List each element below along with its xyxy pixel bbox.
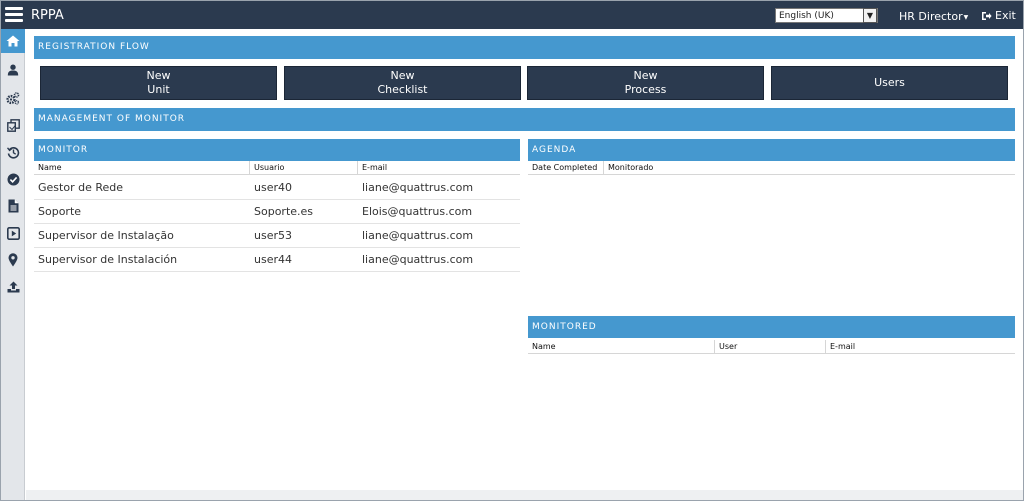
column-header-email[interactable]: E-mail (358, 161, 520, 175)
top-bar: RPPA English (UK) ▼ HR Director▼ Exit (1, 1, 1023, 29)
history-icon (6, 146, 19, 159)
sign-out-icon (982, 12, 992, 20)
new-checklist-button-line2: Checklist (377, 83, 428, 96)
main-content: REGISTRATION FLOW New Unit New Checklist… (26, 29, 1023, 500)
agenda-panel-header: AGENDA (528, 139, 1015, 161)
sidebar-item-user[interactable] (1, 58, 25, 82)
clone-icon (6, 118, 20, 132)
exit-button[interactable]: Exit (981, 9, 1016, 22)
hamburger-menu-icon[interactable] (5, 7, 23, 23)
cell-user: Soporte.es (254, 205, 314, 218)
app-title: RPPA (31, 8, 64, 23)
sidebar-item-documents[interactable] (1, 194, 25, 218)
cell-user: user44 (254, 253, 292, 266)
sidebar-item-media[interactable] (1, 221, 25, 245)
sidebar-item-copy[interactable] (1, 113, 25, 137)
monitored-panel-header: MONITORED (528, 316, 1015, 338)
file-text-icon (8, 199, 18, 213)
gears-icon (6, 91, 20, 105)
new-checklist-button-line1: New (390, 69, 415, 82)
play-square-icon (6, 226, 20, 240)
column-header-name[interactable]: Name (528, 340, 715, 354)
agenda-table-header: Date Completed Monitorado (528, 161, 1015, 175)
cell-email: Elois@quattrus.com (362, 205, 473, 218)
cell-user: user53 (254, 229, 292, 242)
sidebar-item-settings[interactable] (1, 86, 25, 110)
footer-strip (26, 490, 1023, 500)
home-icon (6, 35, 20, 47)
table-row[interactable]: Soporte Soporte.es Elois@quattrus.com (34, 200, 520, 224)
map-marker-icon (8, 253, 18, 267)
table-row[interactable]: Supervisor de Instalación user44 liane@q… (34, 248, 520, 272)
sidebar-item-locations[interactable] (1, 248, 25, 272)
cell-name: Soporte (38, 205, 82, 218)
cell-name: Supervisor de Instalação (38, 229, 174, 242)
monitor-table-header: Name Usuario E-mail (34, 161, 520, 175)
users-button-label: Users (874, 76, 905, 89)
new-unit-button-line1: New (146, 69, 171, 82)
column-header-email[interactable]: E-mail (826, 340, 1015, 354)
user-icon (7, 64, 19, 76)
registration-flow-header: REGISTRATION FLOW (34, 36, 1015, 59)
check-circle-icon (7, 173, 19, 185)
new-process-button-line2: Process (624, 83, 667, 96)
chevron-down-icon[interactable]: ▼ (863, 8, 877, 23)
new-process-button[interactable]: New Process (527, 66, 764, 100)
exit-label: Exit (995, 9, 1016, 22)
column-header-name[interactable]: Name (34, 161, 250, 175)
sidebar-item-history[interactable] (1, 140, 25, 164)
language-select[interactable]: English (UK) ▼ (775, 8, 878, 23)
cell-user: user40 (254, 181, 292, 194)
cell-email: liane@quattrus.com (362, 181, 474, 194)
sidebar-item-upload[interactable] (1, 275, 25, 299)
cell-email: liane@quattrus.com (362, 229, 474, 242)
cell-email: liane@quattrus.com (362, 253, 474, 266)
language-select-value: English (UK) (779, 11, 834, 21)
new-unit-button[interactable]: New Unit (40, 66, 277, 100)
table-row[interactable]: Supervisor de Instalação user53 liane@qu… (34, 224, 520, 248)
new-process-button-line1: New (633, 69, 658, 82)
table-row[interactable]: Gestor de Rede user40 liane@quattrus.com (34, 176, 520, 200)
cell-name: Supervisor de Instalación (38, 253, 178, 266)
monitor-panel-header: MONITOR (34, 139, 520, 161)
user-name: HR Director (899, 10, 963, 23)
user-menu[interactable]: HR Director▼ (899, 10, 968, 23)
column-header-monitorado[interactable]: Monitorado (604, 161, 1015, 175)
sidebar (1, 29, 25, 500)
upload-icon (7, 281, 19, 293)
users-button[interactable]: Users (771, 66, 1008, 100)
new-checklist-button[interactable]: New Checklist (284, 66, 521, 100)
sidebar-item-home[interactable] (1, 29, 25, 53)
cell-name: Gestor de Rede (38, 181, 123, 194)
management-header: MANAGEMENT OF MONITOR (34, 108, 1015, 131)
column-header-user[interactable]: User (715, 340, 826, 354)
monitored-table-header: Name User E-mail (528, 340, 1015, 354)
app-window: RPPA English (UK) ▼ HR Director▼ Exit RE… (0, 0, 1024, 501)
new-unit-button-line2: Unit (147, 83, 170, 96)
caret-down-icon: ▼ (963, 13, 969, 21)
column-header-usuario[interactable]: Usuario (250, 161, 358, 175)
column-header-date-completed[interactable]: Date Completed (528, 161, 604, 175)
sidebar-item-approvals[interactable] (1, 167, 25, 191)
